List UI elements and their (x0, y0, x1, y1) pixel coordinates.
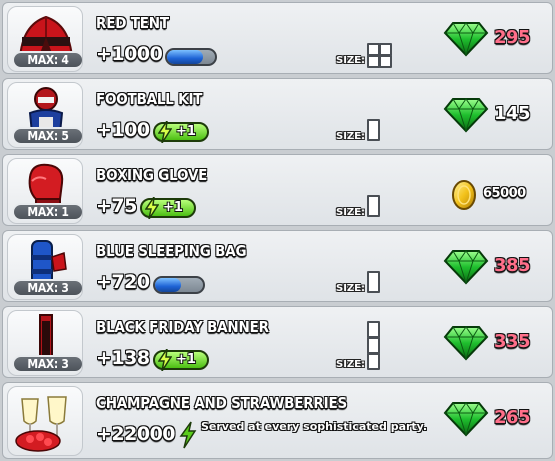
banner-thumbnail: MAX: 3 (7, 310, 83, 376)
size-cell (367, 195, 380, 217)
gem-icon (443, 250, 489, 285)
size-label: SIZE: (336, 55, 366, 66)
max-badge: MAX: 4 (12, 51, 82, 69)
item-gain: +100 (96, 119, 150, 141)
size-label: SIZE: (336, 283, 366, 294)
size-cell (367, 271, 380, 293)
blue-sleeping-bag-thumbnail: MAX: 3 (7, 234, 83, 300)
price-value: 65000 (483, 186, 526, 201)
progress-fill (167, 50, 204, 64)
item-name: CHAMPAGNE AND STRAWBERRIES (96, 394, 347, 412)
champagne-thumbnail (7, 386, 83, 456)
price-value: 145 (494, 103, 531, 124)
lightning-icon (158, 349, 172, 371)
item-name: BLUE SLEEPING BAG (96, 242, 247, 260)
coin-icon (452, 180, 476, 210)
progress-fill (155, 278, 182, 292)
price-value: 335 (494, 331, 531, 352)
gem-icon (443, 98, 489, 133)
item-name: BOXING GLOVE (96, 166, 208, 184)
progress-bar (153, 276, 205, 294)
list-item-champagne-and-strawberries[interactable]: CHAMPAGNE AND STRAWBERRIES +22000 Served… (2, 382, 553, 459)
item-gain: +138 (96, 347, 150, 369)
lightning-icon (145, 197, 159, 219)
progress-bar (165, 48, 217, 66)
lightning-icon (158, 121, 172, 143)
boost-badge: +1 (153, 349, 209, 371)
list-item-blue-sleeping-bag[interactable]: MAX: 3 BLUE SLEEPING BAG +720 SIZE: 385 (2, 230, 553, 302)
boost-value: +1 (176, 124, 196, 139)
item-gain: +22000 (96, 423, 176, 445)
gem-icon (443, 402, 489, 437)
boxing-glove-thumbnail: MAX: 1 (7, 158, 83, 224)
size-cell (367, 119, 380, 141)
gem-icon (443, 22, 489, 57)
boost-badge: +1 (140, 197, 196, 219)
boost-value: +1 (163, 200, 183, 215)
size-label: SIZE: (336, 207, 366, 218)
boost-value: +1 (176, 352, 196, 367)
football-kit-thumbnail: MAX: 5 (7, 82, 83, 148)
item-gain: +720 (96, 271, 150, 293)
size-cell (379, 55, 392, 68)
list-item-boxing-glove[interactable]: MAX: 1 BOXING GLOVE +75 +1 SIZE: 65000 (2, 154, 553, 226)
gem-icon (443, 326, 489, 361)
lightning-icon (179, 421, 197, 449)
item-gain: +1000 (96, 43, 163, 65)
item-name: RED TENT (96, 14, 169, 32)
item-name: FOOTBALL KIT (96, 90, 203, 108)
price-value: 385 (494, 255, 531, 276)
size-cell (367, 353, 380, 370)
max-badge: MAX: 3 (12, 355, 82, 373)
champagne-icon (15, 396, 67, 452)
max-badge: MAX: 5 (12, 127, 82, 145)
list-item-red-tent[interactable]: MAX: 4 RED TENT +1000 SIZE: 295 (2, 2, 553, 74)
size-cell (367, 321, 380, 338)
list-item-black-friday-banner[interactable]: MAX: 3 BLACK FRIDAY BANNER +138 +1 SIZE:… (2, 306, 553, 378)
max-badge: MAX: 3 (12, 279, 82, 297)
price-value: 295 (494, 27, 531, 48)
size-label: SIZE: (336, 131, 366, 142)
item-list: MAX: 4 RED TENT +1000 SIZE: 295 MAX: 5 F… (0, 0, 555, 461)
size-cell (367, 337, 380, 354)
boost-badge: +1 (153, 121, 209, 143)
item-name: BLACK FRIDAY BANNER (96, 318, 269, 336)
list-item-football-kit[interactable]: MAX: 5 FOOTBALL KIT +100 +1 SIZE: 145 (2, 78, 553, 150)
size-label: SIZE: (336, 359, 366, 370)
red-tent-thumbnail: MAX: 4 (7, 6, 83, 72)
price-value: 265 (494, 407, 531, 428)
max-badge: MAX: 1 (12, 203, 82, 221)
item-gain: +75 (96, 195, 137, 217)
item-description: Served at every sophisticated party. (201, 420, 428, 433)
